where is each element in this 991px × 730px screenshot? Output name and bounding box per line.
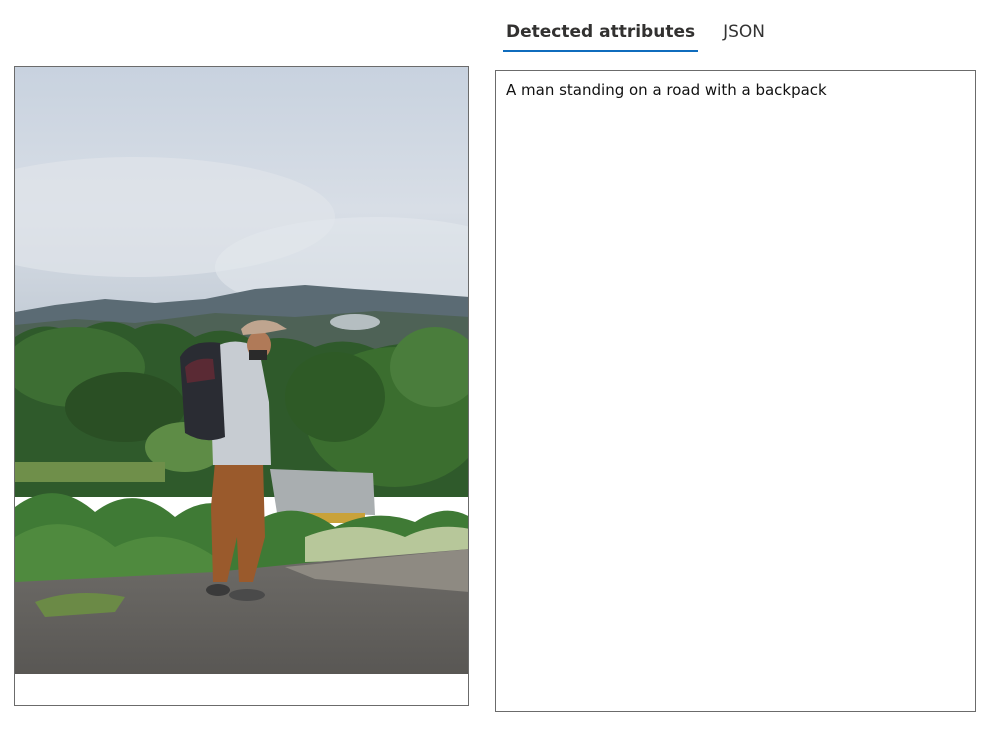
uploaded-photo — [15, 67, 468, 674]
result-tabs: Detected attributes JSON — [503, 16, 790, 52]
image-preview-panel — [14, 66, 469, 706]
image-caption: A man standing on a road with a backpack — [506, 81, 827, 99]
results-panel: A man standing on a road with a backpack — [495, 70, 976, 712]
tab-json[interactable]: JSON — [720, 16, 768, 50]
tab-detected-attributes[interactable]: Detected attributes — [503, 16, 699, 52]
